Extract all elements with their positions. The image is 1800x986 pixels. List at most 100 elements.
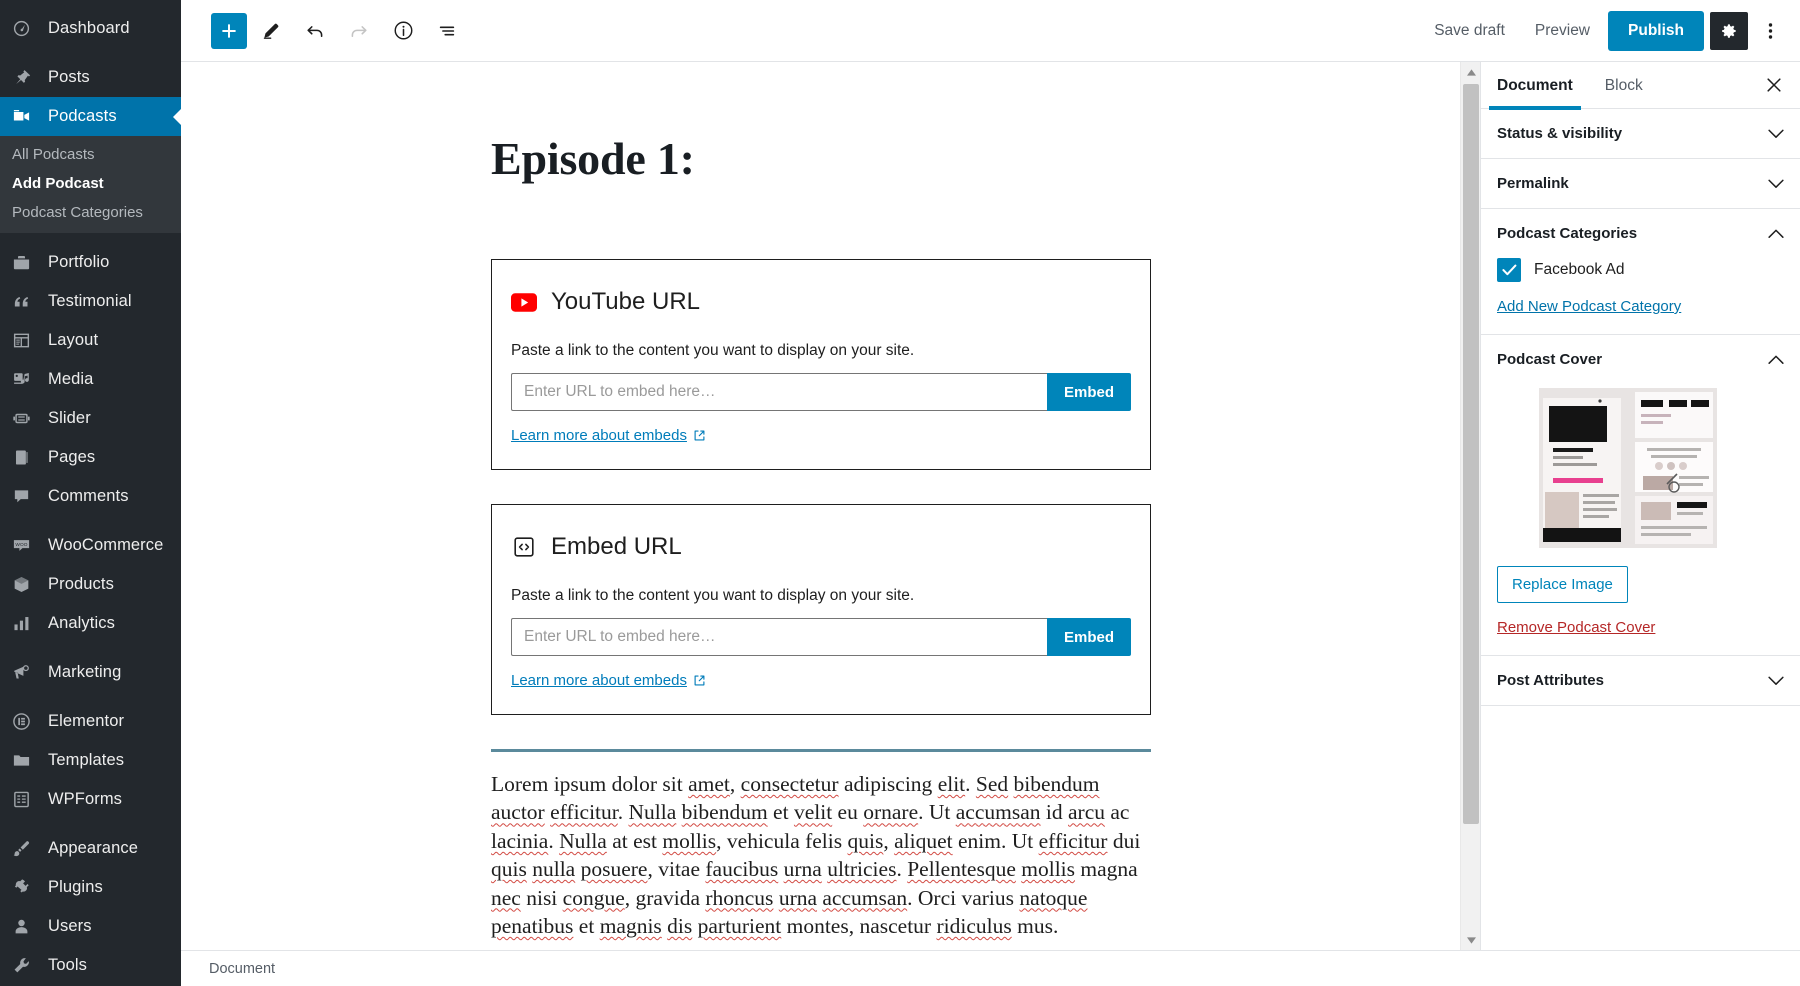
sidebar-item-elementor[interactable]: Elementor [0,702,181,741]
panel-podcast-cover-header[interactable]: Podcast Cover [1481,335,1800,384]
block-generic-embed[interactable]: Embed URL Paste a link to the content yo… [491,504,1151,715]
triangle-down-icon [1466,936,1476,944]
sidebar-item-comments[interactable]: Comments [0,477,181,516]
embed-url-input[interactable] [511,618,1047,656]
podcast-cover-thumbnail[interactable] [1539,388,1717,548]
youtube-embed-submit-button[interactable]: Embed [1046,373,1131,411]
post-canvas-scroll-region: Episode 1: YouTube URL Paste a link to t… [181,62,1460,950]
sidebar-item-label: Products [48,575,114,593]
facebook-ad-checkbox[interactable] [1497,258,1521,282]
canvas-scrollbar[interactable] [1460,62,1481,950]
paragraph-word: accumsan [822,885,908,910]
sidebar-item-wpforms[interactable]: WPForms [0,780,181,819]
remove-podcast-cover-link[interactable]: Remove Podcast Cover [1497,619,1655,636]
add-new-podcast-category-link[interactable]: Add New Podcast Category [1497,298,1681,315]
sidebar-item-podcasts[interactable]: Podcasts [0,97,181,136]
megaphone-icon [12,662,40,684]
category-checkbox-row[interactable]: Facebook Ad [1497,258,1784,282]
tab-block[interactable]: Block [1589,62,1659,109]
replace-image-button[interactable]: Replace Image [1497,566,1628,603]
sidebar-item-appearance[interactable]: Appearance [0,829,181,868]
canvas-scroll-thumb[interactable] [1463,84,1479,824]
paragraph-word: quis [847,828,884,853]
paragraph-word: parturient [697,913,782,938]
canvas-scroll-down-button[interactable] [1461,930,1481,950]
paragraph-word: ridiculus [936,913,1012,938]
embed-url-submit-button[interactable]: Embed [1046,618,1131,656]
sidebar-item-users[interactable]: Users [0,907,181,946]
publish-button[interactable]: Publish [1608,10,1704,51]
learn-more-about-embeds-link[interactable]: Learn more about embeds [511,427,706,444]
external-link-icon [694,430,705,441]
chevron-down-icon [1768,179,1784,189]
toolbar-left-group [211,11,467,51]
learn-more-about-embeds-link[interactable]: Learn more about embeds [511,672,706,689]
products-box-icon [12,574,40,596]
redo-arrow-icon [351,25,367,37]
save-draft-button[interactable]: Save draft [1422,14,1517,48]
sidebar-item-products[interactable]: Products [0,565,181,604]
panel-permalink-header[interactable]: Permalink [1481,159,1800,208]
edit-mode-button[interactable] [251,11,291,51]
chevron-down-icon [1768,676,1784,686]
tab-document[interactable]: Document [1481,62,1589,110]
sidebar-item-slider[interactable]: Slider [0,399,181,438]
paragraph-word: ac [1110,800,1130,825]
canvas-scroll-up-button[interactable] [1461,62,1481,82]
sidebar-item-analytics[interactable]: Analytics [0,604,181,643]
media-icon [12,369,40,391]
post-paragraph[interactable]: Lorem ipsum dolor sit amet, consectetur … [491,770,1151,940]
preview-button[interactable]: Preview [1523,14,1602,48]
wrench-icon [12,955,40,977]
post-title[interactable]: Episode 1: [491,132,1151,185]
sidebar-item-marketing[interactable]: Marketing [0,653,181,692]
sidebar-item-testimonial[interactable]: Testimonial [0,282,181,321]
ellipsis-vertical-icon [1768,22,1772,39]
block-description: Paste a link to the content you want to … [511,587,915,604]
close-settings-button[interactable] [1756,67,1792,103]
admin-sidebar: Dashboard Posts Podcasts All Podcasts Add Po… [0,0,181,986]
paragraph-word: Nulla [559,828,607,853]
pencil-icon [263,23,278,39]
submenu-item-add-podcast[interactable]: Add Podcast [0,169,181,198]
panel-post-attributes-header[interactable]: Post Attributes [1481,656,1800,705]
sidebar-item-pages[interactable]: Pages [0,438,181,477]
block-navigation-button[interactable] [427,11,467,51]
sidebar-item-posts[interactable]: Posts [0,58,181,97]
block-navigation-icon [439,26,455,35]
paragraph-word: mollis [1021,857,1076,882]
sidebar-item-layout[interactable]: Layout [0,321,181,360]
sidebar-item-media[interactable]: Media [0,360,181,399]
block-youtube-embed[interactable]: YouTube URL Paste a link to the content … [491,259,1151,470]
sidebar-item-woocommerce[interactable]: WOO WooCommerce [0,526,181,565]
block-separator[interactable] [491,749,1151,752]
sidebar-item-label: Podcasts [48,107,117,125]
paragraph-word: vitae [658,857,701,882]
undo-button[interactable] [295,11,335,51]
add-block-button[interactable] [211,12,247,49]
sidebar-item-dashboard[interactable]: Dashboard [0,9,181,48]
learn-more-label: Learn more about embeds [511,427,687,444]
sidebar-item-label: Pages [48,448,96,466]
content-structure-button[interactable] [383,11,423,51]
more-options-button[interactable] [1754,11,1786,51]
sidebar-item-templates[interactable]: Templates [0,741,181,780]
sidebar-item-portfolio[interactable]: Portfolio [0,243,181,282]
paragraph-word: nulla [532,857,576,882]
redo-button[interactable] [339,11,379,51]
panel-status-visibility-header[interactable]: Status & visibility [1481,109,1800,158]
sidebar-item-tools[interactable]: Tools [0,946,181,985]
paragraph-word: penatibus [491,913,574,938]
sidebar-item-label: Posts [48,68,90,86]
submenu-item-all-podcasts[interactable]: All Podcasts [0,140,181,169]
sidebar-item-label: Layout [48,331,99,349]
settings-toggle-button[interactable] [1710,11,1748,50]
sidebar-separator [0,516,181,526]
youtube-url-input[interactable] [511,373,1047,411]
submenu-item-podcast-categories[interactable]: Podcast Categories [0,198,181,227]
panel-podcast-categories-header[interactable]: Podcast Categories [1481,209,1800,258]
sidebar-item-plugins[interactable]: Plugins [0,868,181,907]
paragraph-word: ultricies [827,857,897,882]
panel-title: Post Attributes [1497,672,1604,689]
paragraph-word: urna [778,885,818,910]
